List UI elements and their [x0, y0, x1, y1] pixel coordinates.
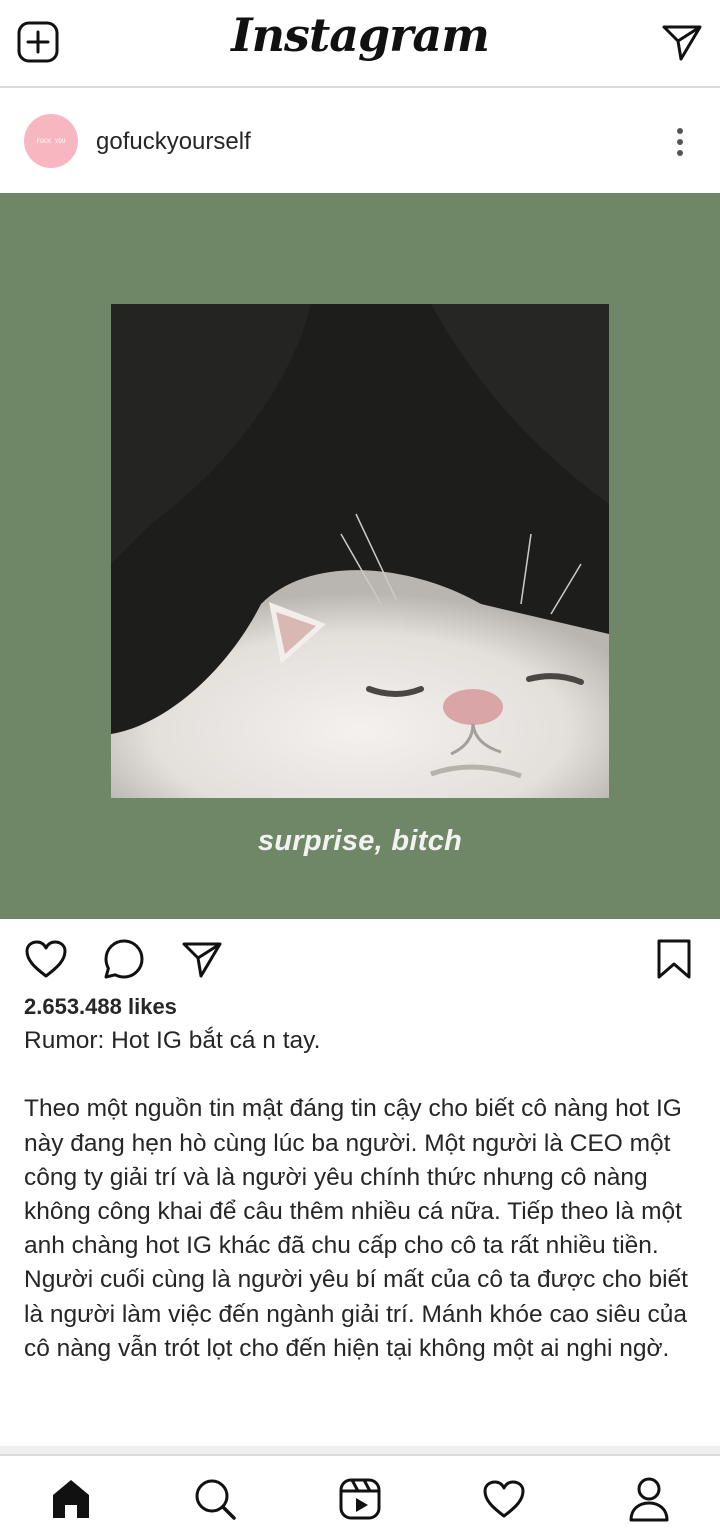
more-options-button[interactable]: [660, 120, 700, 164]
bottom-divider: [0, 1446, 720, 1454]
bookmark-icon: [657, 939, 691, 979]
post-username[interactable]: gofuckyourself: [96, 128, 251, 156]
profile-icon: [629, 1477, 669, 1522]
bottom-nav: [0, 1454, 720, 1530]
nav-reels[interactable]: [335, 1474, 385, 1524]
post-header: FUCK YOU gofuckyourself: [0, 92, 720, 192]
nav-profile[interactable]: [624, 1474, 674, 1524]
save-button[interactable]: [652, 937, 696, 981]
like-button[interactable]: [24, 937, 68, 981]
nav-activity[interactable]: [479, 1474, 529, 1524]
post-actions: [0, 919, 720, 997]
avatar[interactable]: FUCK YOU: [24, 114, 78, 168]
reels-icon: [339, 1478, 381, 1520]
paper-plane-icon: [662, 25, 702, 61]
activity-heart-icon: [483, 1480, 525, 1518]
comment-icon: [104, 939, 144, 979]
share-button[interactable]: [180, 937, 224, 981]
likes-count[interactable]: 2.653.488 likes: [24, 994, 177, 1020]
cat-photo: [111, 304, 609, 798]
comment-button[interactable]: [102, 937, 146, 981]
post-image[interactable]: surprise, bitch: [0, 193, 720, 919]
paper-plane-icon: [182, 942, 222, 978]
more-vertical-icon: [677, 128, 683, 134]
heart-icon: [25, 940, 67, 978]
post-caption: Rumor: Hot IG bắt cá n tay. Theo một ngu…: [24, 1027, 688, 1362]
instagram-logo[interactable]: Instagram: [0, 8, 720, 62]
avatar-text: FUCK YOU: [36, 137, 66, 145]
top-bar: Instagram: [0, 0, 720, 88]
nav-home[interactable]: [46, 1474, 96, 1524]
image-overlay-text: surprise, bitch: [257, 825, 463, 857]
home-icon: [53, 1480, 89, 1518]
nav-search[interactable]: [190, 1474, 240, 1524]
direct-messages-button[interactable]: [660, 20, 704, 64]
search-icon: [195, 1479, 236, 1520]
